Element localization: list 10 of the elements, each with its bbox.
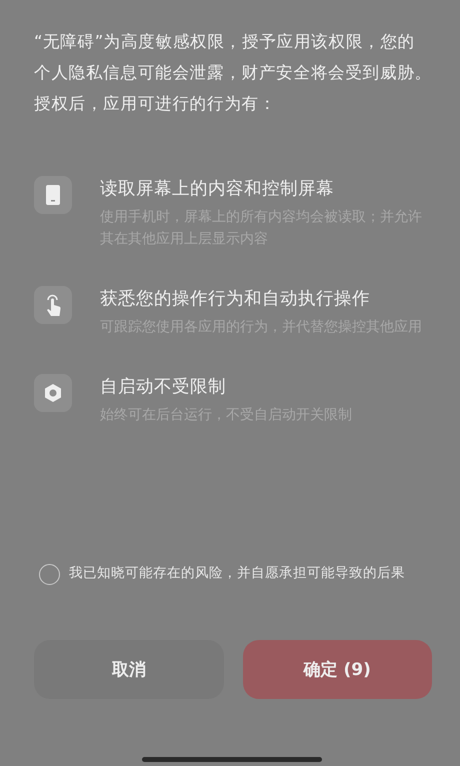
hexagon-icon bbox=[43, 383, 63, 403]
permission-title: 获悉您的操作行为和自动执行操作 bbox=[100, 288, 371, 311]
confirm-button[interactable]: 确定 (9) bbox=[242, 640, 432, 699]
permission-title: 自启动不受限制 bbox=[100, 376, 227, 399]
consent-label: 我已知晓可能存在的风险，并自愿承担可能导致的后果 bbox=[69, 564, 405, 583]
warning-text: “无障碍”为高度敏感权限，授予应用该权限，您的个人隐私信息可能会泄露，财产安全将会受到威胁。授权后，应用可进行的行为有： bbox=[34, 31, 432, 115]
cancel-button[interactable]: 取消 bbox=[34, 640, 224, 699]
permission-title: 读取屏幕上的内容和控制屏幕 bbox=[100, 178, 335, 201]
phone-icon bbox=[46, 185, 60, 205]
consent-checkbox[interactable] bbox=[39, 564, 60, 585]
